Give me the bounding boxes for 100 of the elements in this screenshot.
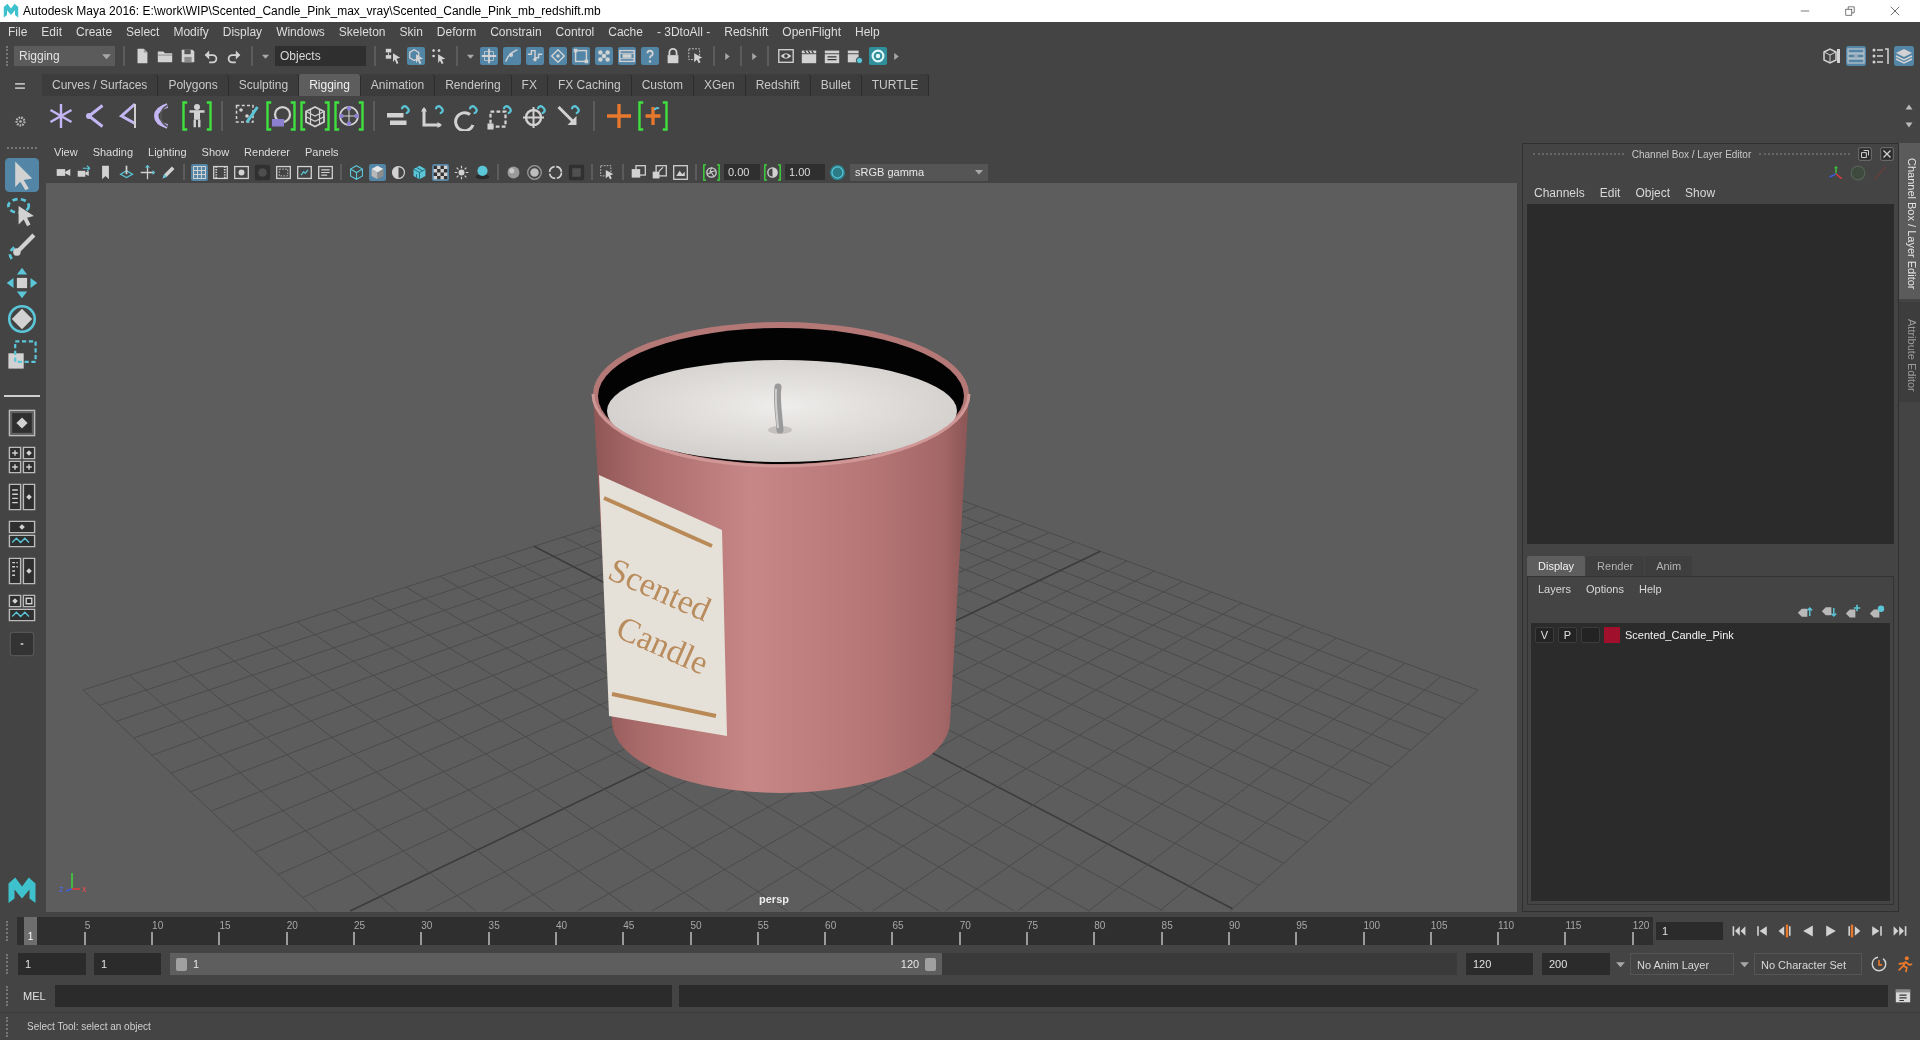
dashed-frame-icon[interactable] [275, 163, 292, 181]
framed-lines-icon[interactable] [317, 163, 334, 181]
layer-tab[interactable]: Display [1527, 556, 1586, 576]
square-slash-icon[interactable] [651, 163, 668, 181]
float-window-icon[interactable] [1858, 147, 1872, 161]
shelf-tab[interactable]: Sculpting [228, 74, 300, 96]
shelf-tab[interactable]: FX [511, 74, 548, 96]
menu-item[interactable]: Control [555, 23, 595, 41]
cross-arrows-icon[interactable] [139, 163, 156, 181]
caret-icon[interactable] [750, 51, 759, 61]
menu-set-dropdown[interactable]: Rigging [14, 46, 115, 66]
caret-icon[interactable] [892, 51, 901, 61]
shelf-tab[interactable]: Custom [631, 74, 694, 96]
half-circle-icon[interactable] [764, 163, 781, 181]
tag-dot-icon[interactable] [1869, 604, 1885, 620]
cube-ruler-icon[interactable] [1822, 46, 1842, 66]
menu-item[interactable]: Edit [1599, 184, 1621, 202]
two-pane-layout-icon[interactable] [8, 483, 36, 511]
menu-item[interactable]: Help [1638, 580, 1662, 598]
shelf-tab[interactable]: Bullet [810, 74, 862, 96]
menu-item[interactable]: Edit [41, 23, 63, 41]
shelf-tab[interactable]: Animation [360, 74, 436, 96]
curve-point-icon[interactable] [503, 47, 521, 65]
menu-item[interactable]: Constrain [490, 23, 542, 41]
menu-item[interactable]: Show [1685, 184, 1716, 202]
stacked-pane-layout-icon[interactable] [8, 520, 36, 548]
question-mark-icon[interactable] [641, 47, 659, 65]
square-corners-icon[interactable] [572, 47, 590, 65]
menu-item[interactable]: OpenFlight [782, 23, 841, 41]
range-slider-track[interactable]: 1 120 [170, 953, 1457, 975]
sphere-shadow-icon[interactable] [474, 163, 491, 181]
menu-item[interactable]: Help [855, 23, 880, 41]
bracketed-cross-icon[interactable] [638, 101, 668, 131]
wireframe-cube-icon[interactable] [348, 163, 365, 181]
menu-item[interactable]: Modify [173, 23, 209, 41]
list-icon[interactable] [1870, 46, 1890, 66]
exposure-field[interactable]: 0.00 [724, 164, 760, 180]
grid-icon[interactable] [191, 163, 208, 181]
patterned-cube-icon[interactable] [411, 163, 428, 181]
playback-start-field[interactable]: 1 [94, 953, 161, 975]
diamond-icon[interactable] [549, 47, 567, 65]
human-figure-icon[interactable] [182, 101, 212, 131]
sphere-halo-icon[interactable] [526, 163, 543, 181]
shelf-tab[interactable]: Redshift [745, 74, 811, 96]
hexagon-cursor-icon[interactable] [407, 47, 425, 65]
tag-plus-icon[interactable] [1845, 604, 1861, 620]
move-arrows-icon[interactable] [4, 266, 40, 300]
caret-icon[interactable] [974, 167, 984, 177]
gamma-field[interactable]: 1.00 [785, 164, 825, 180]
menu-item[interactable]: Select [126, 23, 160, 41]
layer-swatch-icon[interactable] [1604, 627, 1620, 643]
tag-up-arrow-icon[interactable] [1797, 604, 1813, 620]
save-icon[interactable] [179, 47, 197, 65]
clock-loop-icon[interactable] [1870, 955, 1888, 973]
script-language-button[interactable]: MEL [23, 987, 46, 1005]
four-pane-layout-icon[interactable] [8, 446, 36, 474]
blank-toggle[interactable] [1581, 627, 1600, 643]
playback-toggle[interactable]: P [1558, 627, 1577, 643]
clapper-icon[interactable] [800, 47, 818, 65]
menu-item[interactable]: Display [222, 23, 263, 41]
menu-item[interactable]: Layers [1538, 580, 1572, 598]
framed-picture-icon[interactable] [672, 163, 689, 181]
dots-cursor-icon[interactable] [430, 47, 448, 65]
menu-item[interactable]: File [8, 23, 28, 41]
step-back-icon[interactable] [1754, 923, 1770, 939]
shelf-tab[interactable]: Polygons [158, 74, 229, 96]
eye-frame-icon[interactable] [777, 47, 795, 65]
time-slider[interactable]: 5 10 15 20 25 30 35 40 45 50 55 60 65 70 75 80 85 90 95 100 105 110 115 120 1 [17, 917, 1653, 945]
overlapping-squares-icon[interactable] [630, 163, 647, 181]
ring-icon[interactable] [547, 163, 564, 181]
cross-icon[interactable] [604, 101, 634, 131]
playback-end-field[interactable]: 120 [1466, 953, 1533, 975]
menu-item[interactable]: Skeleton [338, 23, 386, 41]
menu-item[interactable]: Windows [276, 23, 325, 41]
layer-tab[interactable]: Render [1586, 556, 1645, 576]
sun-icon[interactable] [453, 163, 470, 181]
restore-icon[interactable] [1844, 5, 1856, 17]
arrow-cursor-icon[interactable] [4, 158, 40, 192]
slider-handle[interactable] [176, 957, 187, 971]
shelf-tab[interactable]: Rendering [435, 74, 512, 96]
menu-item[interactable]: Deform [436, 23, 477, 41]
frame-chart-icon[interactable] [296, 163, 313, 181]
shelf-tab[interactable]: Curves / Surfaces [42, 74, 159, 96]
range-slider-fill[interactable] [170, 953, 943, 975]
candle[interactable] [591, 322, 971, 793]
close-icon[interactable] [1889, 5, 1901, 17]
ring-toggle-icon[interactable] [829, 163, 846, 181]
scroll-down-icon[interactable] [1904, 120, 1914, 130]
circle-dots-icon[interactable] [334, 101, 364, 131]
settings-icon[interactable] [13, 115, 27, 128]
slider-handle[interactable] [925, 957, 937, 971]
checker-icon[interactable] [432, 163, 449, 181]
current-frame-marker[interactable]: 1 [24, 917, 37, 945]
menu-item[interactable]: Panels [304, 143, 339, 161]
start-time-field[interactable]: 1 [18, 953, 86, 975]
half-sphere-icon[interactable] [390, 163, 407, 181]
shelf-tab[interactable]: TURTLE [861, 74, 930, 96]
menu-item[interactable]: View [54, 143, 78, 161]
skip-end-icon[interactable] [1892, 923, 1908, 939]
layer-tab[interactable]: Anim [1645, 556, 1693, 576]
